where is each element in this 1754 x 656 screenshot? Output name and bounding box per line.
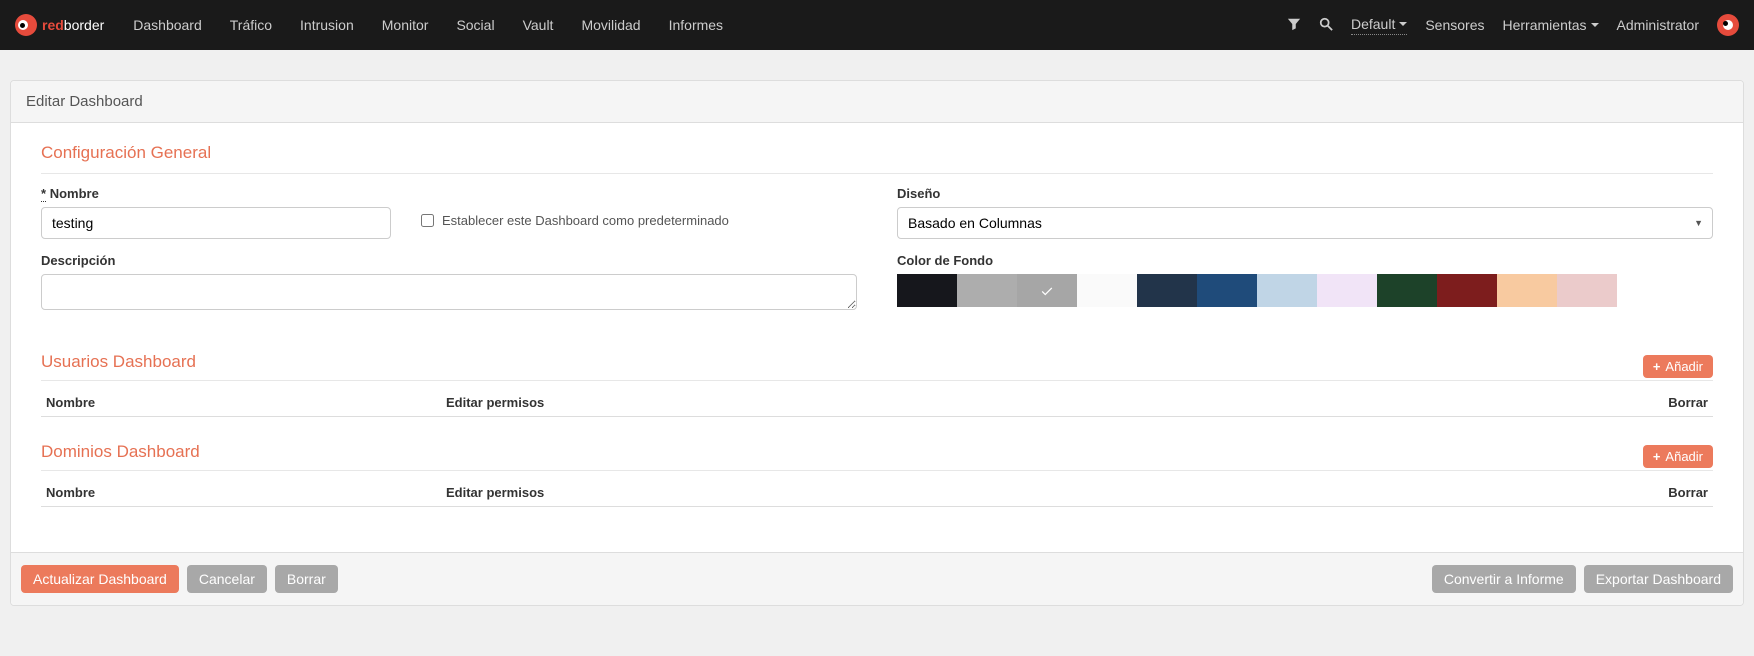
cancel-button[interactable]: Cancelar (187, 565, 267, 593)
default-dropdown[interactable]: Default (1351, 16, 1407, 35)
brand[interactable]: redborder (15, 14, 104, 36)
bg-color-label: Color de Fondo (897, 253, 1713, 268)
users-th-del: Borrar (1648, 395, 1708, 410)
caret-down-icon (1399, 22, 1407, 26)
domains-th-perm: Editar permisos (446, 485, 1648, 500)
domains-th-name: Nombre (46, 485, 446, 500)
caret-down-icon (1591, 23, 1599, 27)
nav-vault[interactable]: Vault (523, 17, 554, 33)
desc-label: Descripción (41, 253, 857, 268)
add-user-button[interactable]: + Añadir (1643, 355, 1713, 378)
plus-icon: + (1653, 359, 1661, 374)
general-heading: Configuración General (41, 143, 1713, 174)
edit-dashboard-panel: Editar Dashboard Configuración General *… (10, 80, 1744, 606)
users-table-header: Nombre Editar permisos Borrar (41, 389, 1713, 417)
add-domain-button[interactable]: + Añadir (1643, 445, 1713, 468)
nav-right: Default Sensores Herramientas Administra… (1287, 14, 1739, 36)
top-navbar: redborder Dashboard Tráfico Intrusion Mo… (0, 0, 1754, 50)
export-dashboard-button[interactable]: Exportar Dashboard (1584, 565, 1733, 593)
domains-dashboard-section: Dominios Dashboard + Añadir Nombre Edita… (41, 442, 1713, 507)
nav-trafico[interactable]: Tráfico (230, 17, 272, 33)
name-input[interactable] (41, 207, 391, 239)
nav-movilidad[interactable]: Movilidad (581, 17, 640, 33)
nav-dashboard[interactable]: Dashboard (133, 17, 202, 33)
default-checkbox-label[interactable]: Establecer este Dashboard como predeterm… (421, 213, 729, 228)
nav-herramientas[interactable]: Herramientas (1503, 17, 1599, 33)
color-swatch[interactable] (1437, 274, 1497, 307)
delete-button[interactable]: Borrar (275, 565, 338, 593)
users-th-perm: Editar permisos (446, 395, 1648, 410)
color-swatch[interactable] (897, 274, 957, 307)
color-swatch[interactable] (1197, 274, 1257, 307)
nav-links: Dashboard Tráfico Intrusion Monitor Soci… (119, 0, 1287, 50)
filter-icon[interactable] (1287, 17, 1301, 34)
update-dashboard-button[interactable]: Actualizar Dashboard (21, 565, 179, 593)
color-swatch[interactable] (1317, 274, 1377, 307)
general-config-section: Configuración General * Nombre Establece… (41, 143, 1713, 327)
search-icon[interactable] (1319, 17, 1333, 34)
color-swatch[interactable] (1017, 274, 1077, 307)
color-swatch[interactable] (1137, 274, 1197, 307)
user-avatar-icon[interactable] (1717, 14, 1739, 36)
plus-icon: + (1653, 449, 1661, 464)
default-checkbox[interactable] (421, 214, 434, 227)
panel-footer: Actualizar Dashboard Cancelar Borrar Con… (11, 552, 1743, 605)
nav-monitor[interactable]: Monitor (382, 17, 429, 33)
color-swatch[interactable] (1257, 274, 1317, 307)
brand-text: redborder (42, 17, 104, 33)
nav-admin[interactable]: Administrator (1617, 17, 1699, 33)
domains-table-header: Nombre Editar permisos Borrar (41, 479, 1713, 507)
layout-select[interactable]: Basado en Columnas (897, 207, 1713, 239)
domains-heading: Dominios Dashboard (41, 442, 200, 470)
color-swatch[interactable] (1377, 274, 1437, 307)
users-th-name: Nombre (46, 395, 446, 410)
color-swatch[interactable] (1077, 274, 1137, 307)
nav-sensores[interactable]: Sensores (1425, 17, 1484, 33)
nav-intrusion[interactable]: Intrusion (300, 17, 354, 33)
check-icon (1040, 284, 1054, 298)
color-swatches (897, 274, 1713, 307)
brand-logo-icon (15, 14, 37, 36)
users-dashboard-section: Usuarios Dashboard + Añadir Nombre Edita… (41, 352, 1713, 417)
convert-report-button[interactable]: Convertir a Informe (1432, 565, 1576, 593)
users-heading: Usuarios Dashboard (41, 352, 196, 380)
domains-th-del: Borrar (1648, 485, 1708, 500)
name-label: * Nombre (41, 186, 391, 201)
nav-informes[interactable]: Informes (669, 17, 723, 33)
color-swatch[interactable] (1557, 274, 1617, 307)
color-swatch[interactable] (1497, 274, 1557, 307)
color-swatch[interactable] (957, 274, 1017, 307)
panel-title: Editar Dashboard (11, 81, 1743, 123)
desc-textarea[interactable] (41, 274, 857, 310)
nav-social[interactable]: Social (456, 17, 494, 33)
layout-label: Diseño (897, 186, 1713, 201)
